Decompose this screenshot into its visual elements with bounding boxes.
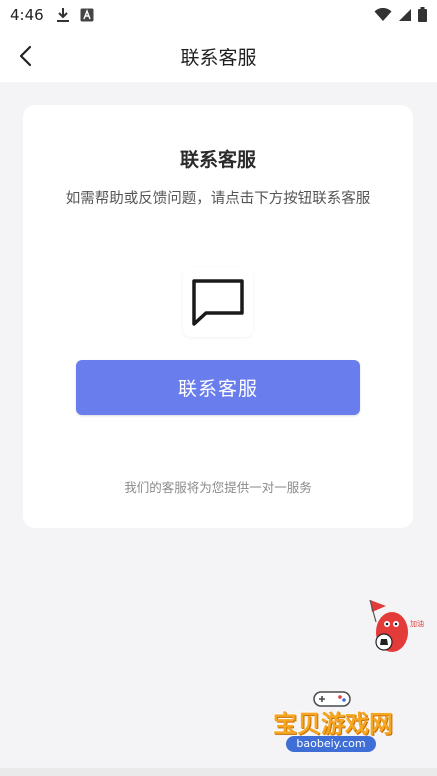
chat-bubble-icon [192, 279, 244, 326]
status-time: 4:46 [10, 6, 44, 24]
svg-text:加油: 加油 [410, 619, 424, 628]
status-right-icons [374, 7, 427, 22]
app-header: 联系客服 [0, 30, 437, 82]
download-icon [57, 8, 69, 22]
status-left-icons [56, 7, 94, 23]
watermark-name: 宝贝游戏网 [273, 710, 393, 738]
signal-icon [399, 8, 411, 21]
watermark-logo: 宝贝游戏网 baobeiy.com [258, 688, 408, 768]
card-title: 联系客服 [179, 149, 256, 171]
contact-card: 联系客服 如需帮助或反馈问题，请点击下方按钮联系客服 联系客服 我们的客服将为您… [23, 105, 413, 528]
watermark-url: baobeiy.com [286, 736, 376, 752]
service-note: 我们的客服将为您提供一对一服务 [124, 480, 312, 495]
mascot-image: 加油 [369, 599, 424, 652]
bottom-navigation-bar [0, 768, 437, 776]
chat-icon-box [183, 267, 253, 337]
contact-support-button[interactable]: 联系客服 [76, 360, 360, 415]
text-a-icon [80, 8, 94, 22]
status-bar: 4:46 [0, 0, 437, 30]
page-title: 联系客服 [180, 47, 257, 69]
card-subtitle: 如需帮助或反馈问题，请点击下方按钮联系客服 [65, 191, 371, 207]
battery-icon [418, 7, 427, 22]
wifi-icon [374, 7, 392, 21]
